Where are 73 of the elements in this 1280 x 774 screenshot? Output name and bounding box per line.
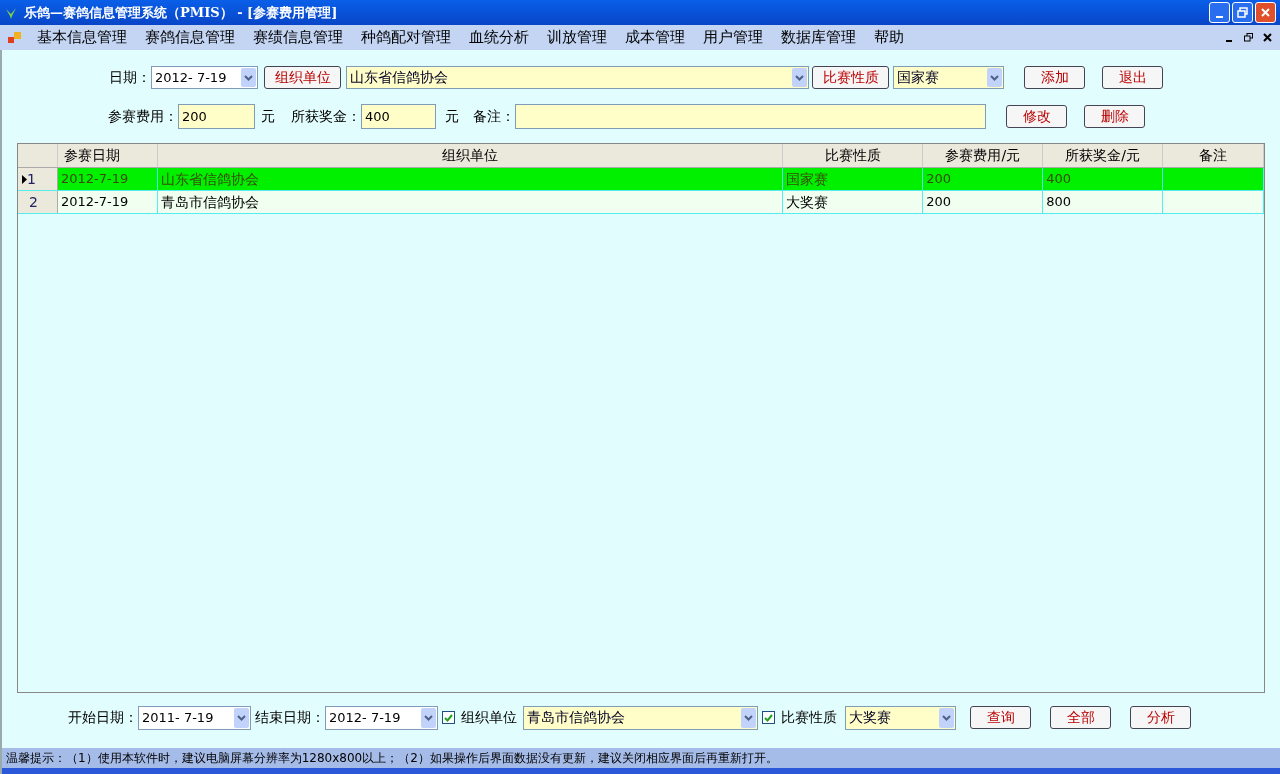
menu-item[interactable]: 基本信息管理: [28, 26, 136, 49]
table-row[interactable]: 2 2012-7-19 青岛市信鸽协会 大奖赛 200 800: [18, 191, 1264, 214]
menu-item[interactable]: 赛鸽信息管理: [136, 26, 244, 49]
menu-item[interactable]: 用户管理: [694, 26, 772, 49]
column-header: 所获奖金/元: [1065, 146, 1140, 165]
table-cell-text: 山东省信鸽协会: [160, 169, 259, 189]
action-button[interactable]: 分析: [1130, 706, 1191, 729]
restore-button[interactable]: [1232, 2, 1253, 23]
fee-label: 参赛费用：: [108, 107, 178, 126]
menu-item[interactable]: 数据库管理: [772, 26, 865, 49]
unit-label: 元: [445, 107, 459, 126]
date-label: 日期：: [109, 68, 151, 87]
action-button[interactable]: 全部: [1050, 706, 1111, 729]
action-button[interactable]: 查询: [970, 706, 1031, 729]
menu-item[interactable]: 成本管理: [616, 26, 694, 49]
menu-item[interactable]: 训放管理: [538, 26, 616, 49]
match-type-button[interactable]: 比赛性质: [812, 66, 889, 89]
table-cell-text: 国家赛: [786, 169, 829, 189]
date-picker[interactable]: 2012- 7-19: [151, 66, 258, 89]
close-button[interactable]: [1255, 2, 1276, 23]
table-cell-text: 2012-7-19: [60, 170, 129, 189]
current-row-icon: [22, 174, 27, 184]
table-cell-text: 200: [926, 170, 952, 189]
prize-label: 所获奖金：: [291, 107, 361, 126]
action-button[interactable]: 删除: [1084, 105, 1145, 128]
match-type-filter-dropdown[interactable]: 大奖赛: [845, 705, 956, 730]
column-header: 组织单位: [442, 146, 499, 165]
row-number: 1: [27, 169, 36, 189]
column-header: 参赛费用/元: [945, 146, 1021, 165]
remark-input[interactable]: [515, 104, 986, 129]
table-cell-text: 200: [926, 193, 952, 212]
start-date-picker[interactable]: 2011- 7-19: [138, 705, 251, 730]
organization-button[interactable]: 组织单位: [264, 66, 341, 89]
minimize-icon: [1216, 16, 1223, 18]
table-cell-text: 2012-7-19: [61, 193, 129, 212]
action-button[interactable]: 退出: [1102, 66, 1163, 89]
column-header: 参赛日期: [63, 146, 120, 165]
organization-filter-dropdown[interactable]: 青岛市信鸽协会: [523, 705, 758, 730]
window-title: 乐鸽—赛鸽信息管理系统（PMIS） - [参赛费用管理]: [24, 3, 338, 22]
organization-checkbox[interactable]: [442, 711, 455, 724]
table-cell-text: 400: [1046, 170, 1071, 189]
start-date-label: 开始日期：: [68, 708, 138, 727]
table-cell-text: 青岛市信鸽协会: [160, 192, 259, 212]
match-type-filter-label: 比赛性质: [781, 708, 837, 727]
menu-item[interactable]: 赛绩信息管理: [244, 26, 352, 49]
table-cell-text: 大奖赛: [786, 192, 829, 212]
action-button[interactable]: 添加: [1024, 66, 1085, 89]
match-type-checkbox[interactable]: [762, 711, 775, 724]
menu-item[interactable]: 种鸽配对管理: [352, 26, 460, 49]
column-header: 比赛性质: [824, 146, 881, 165]
close-icon: [1260, 7, 1271, 18]
status-bar: 温馨提示：（1）使用本软件时，建议电脑屏幕分辨率为1280x800以上；（2）如果操作后界面数据没有更新，建议关闭相应界面后再重新打开。: [2, 748, 1280, 768]
table-cell-text: 800: [1046, 193, 1071, 212]
row-number: 2: [29, 192, 38, 212]
end-date-label: 结束日期：: [255, 708, 325, 727]
end-date-picker[interactable]: 2012- 7-19: [325, 705, 438, 730]
window-icon: [8, 31, 22, 44]
minimize-button[interactable]: [1209, 2, 1230, 23]
prize-input[interactable]: 400: [361, 104, 436, 129]
column-header: 备注: [1199, 146, 1228, 165]
menu-item[interactable]: 帮助: [865, 26, 913, 49]
close-icon[interactable]: [1263, 33, 1272, 42]
match-type-dropdown[interactable]: 国家赛: [893, 66, 1004, 89]
unit-label: 元: [261, 107, 275, 126]
table-row[interactable]: 1 2012-7-19 山东省信鸽协会 国家赛 200 400: [18, 168, 1264, 191]
fee-input[interactable]: 200: [178, 104, 255, 129]
action-button[interactable]: 修改: [1006, 105, 1067, 128]
organization-filter-label: 组织单位: [461, 708, 517, 727]
restore-icon: [1237, 7, 1248, 18]
restore-icon[interactable]: [1244, 33, 1253, 42]
organization-dropdown[interactable]: 山东省信鸽协会: [346, 66, 809, 89]
remark-label: 备注：: [473, 107, 515, 126]
menu-item[interactable]: 血统分析: [460, 26, 538, 49]
